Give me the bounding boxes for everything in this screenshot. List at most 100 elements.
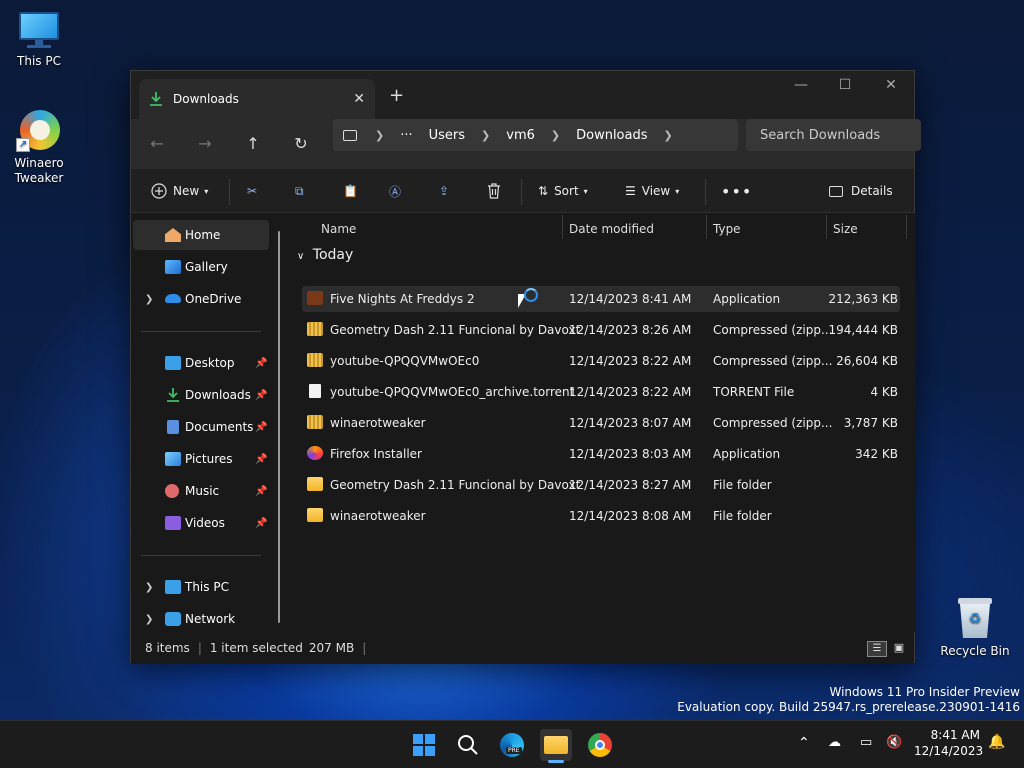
file-type: TORRENT File <box>713 385 795 399</box>
cut-button[interactable]: ✂ <box>247 179 257 203</box>
delete-button[interactable] <box>487 179 507 203</box>
selection-size: 207 MB <box>308 641 355 655</box>
up-button[interactable]: ↑ <box>241 134 265 153</box>
search-button[interactable] <box>452 729 484 761</box>
network-icon <box>165 612 181 626</box>
sort-label: Sort <box>554 184 579 198</box>
file-name: youtube-QPQQVMwOEc0 <box>330 354 480 368</box>
zip-folder-icon <box>307 415 323 429</box>
sort-button[interactable]: ⇅ Sort ▾ <box>538 179 588 203</box>
close-window-button[interactable]: ✕ <box>869 77 913 93</box>
pin-icon[interactable]: 📌 <box>255 358 267 369</box>
onedrive-tray-icon[interactable]: ☁ <box>828 735 841 750</box>
edge-beta-button[interactable]: PRE <box>496 729 528 761</box>
file-type: Application <box>713 447 781 461</box>
file-size: 342 KB <box>855 447 898 461</box>
sidebar-item-label: This PC <box>185 580 229 594</box>
new-button[interactable]: New ▾ <box>151 179 208 203</box>
sidebar-item-label: Documents <box>185 420 254 434</box>
column-header-name[interactable]: Name <box>321 217 356 241</box>
selection-count: 1 item selected <box>209 641 303 655</box>
view-button[interactable]: ☰ View ▾ <box>625 179 679 203</box>
more-options-icon[interactable]: ••• <box>721 179 752 203</box>
tiles-view-toggle[interactable]: ▣ <box>891 641 907 657</box>
table-row[interactable]: Five Nights At Freddys 2 12/14/2023 8:41 … <box>302 286 900 312</box>
new-tab-button[interactable]: + <box>389 85 404 106</box>
details-button[interactable]: Details <box>829 179 893 203</box>
chevron-down-icon: ▾ <box>583 186 588 196</box>
search-input[interactable]: Search Downloads <box>746 119 921 151</box>
breadcrumb-users[interactable]: Users <box>429 128 465 143</box>
show-hidden-icons-button[interactable]: ⌃ <box>798 735 810 751</box>
table-row[interactable]: winaerotweaker 12/14/2023 8:07 AM Compress… <box>302 410 900 436</box>
breadcrumb-downloads[interactable]: Downloads <box>576 128 647 143</box>
file-date: 12/14/2023 8:03 AM <box>569 447 692 461</box>
pin-icon[interactable]: 📌 <box>255 454 267 465</box>
desktop-icon-winaero-tweaker[interactable]: ↗ Winaero Tweaker <box>4 108 74 186</box>
edge-icon: PRE <box>500 733 524 757</box>
breadcrumb-more[interactable]: ··· <box>400 128 412 143</box>
breadcrumb[interactable]: ❯ ··· Users ❯ vm6 ❯ Downloads ❯ <box>333 119 738 151</box>
start-button[interactable] <box>408 729 440 761</box>
copy-button[interactable]: ⧉ <box>295 179 304 203</box>
file-explorer-button[interactable] <box>540 729 572 763</box>
column-header-date[interactable]: Date modified <box>569 217 654 241</box>
desktop-icon-recycle-bin[interactable]: ♻ Recycle Bin <box>940 598 1010 659</box>
pin-icon[interactable]: 📌 <box>255 390 267 401</box>
notification-bell-icon[interactable]: 🔔 <box>988 734 1005 750</box>
refresh-button[interactable]: ↻ <box>289 134 313 153</box>
column-header-type[interactable]: Type <box>713 217 741 241</box>
table-row[interactable]: Firefox Installer 12/14/2023 8:03 AM Appli… <box>302 441 900 467</box>
breadcrumb-vm6[interactable]: vm6 <box>506 128 535 143</box>
pin-icon[interactable]: 📌 <box>255 486 267 497</box>
close-tab-icon[interactable]: ✕ <box>353 91 365 107</box>
maximize-button[interactable]: ☐ <box>823 77 867 93</box>
tab-downloads[interactable]: Downloads ✕ <box>139 79 375 119</box>
forward-button[interactable]: → <box>193 134 217 153</box>
edge-pre-badge: PRE <box>506 747 522 754</box>
sidebar-item-downloads[interactable]: Downloads 📌 <box>133 380 269 410</box>
minimize-button[interactable]: — <box>779 77 823 93</box>
sidebar-item-documents[interactable]: Documents 📌 <box>133 412 269 442</box>
sidebar-item-home[interactable]: Home <box>133 220 269 250</box>
table-row[interactable]: youtube-QPQQVMwOEc0 12/14/2023 8:22 AM Com… <box>302 348 900 374</box>
pin-icon[interactable]: 📌 <box>255 518 267 529</box>
sidebar-item-network[interactable]: ❯ Network <box>133 604 269 634</box>
sidebar-item-onedrive[interactable]: ❯ OneDrive <box>133 284 269 314</box>
back-button[interactable]: ← <box>145 134 169 153</box>
sidebar-item-pictures[interactable]: Pictures 📌 <box>133 444 269 474</box>
chrome-button[interactable] <box>584 729 616 761</box>
network-tray-icon[interactable]: ▭ <box>860 735 872 750</box>
chevron-right-icon: ❯ <box>145 613 154 625</box>
windows-logo-icon <box>413 734 435 756</box>
share-button[interactable]: ⇪ <box>439 179 449 203</box>
sidebar-scrollbar[interactable] <box>278 231 280 623</box>
clock[interactable]: 8:41 AM 12/14/2023 <box>914 727 983 759</box>
rename-button[interactable]: Ⓐ <box>389 179 401 203</box>
sidebar-item-this-pc[interactable]: ❯ This PC <box>133 572 269 602</box>
sidebar-item-gallery[interactable]: Gallery <box>133 252 269 282</box>
file-size: 4 KB <box>870 385 898 399</box>
table-row[interactable]: Geometry Dash 2.11 Funcional by Davoxt 12… <box>302 317 900 343</box>
pin-icon[interactable]: 📌 <box>255 422 267 433</box>
sidebar-item-desktop[interactable]: Desktop 📌 <box>133 348 269 378</box>
chevron-right-icon: ❯ <box>663 128 673 142</box>
group-header-today[interactable]: ∨ Today <box>297 247 353 263</box>
status-bar: 8 items | 1 item selected 207 MB | ☰ ▣ <box>131 632 914 664</box>
file-date: 12/14/2023 8:08 AM <box>569 509 692 523</box>
paste-button[interactable]: 📋 <box>343 179 358 203</box>
details-view-toggle[interactable]: ☰ <box>867 641 887 657</box>
navigation-bar: ← → ↑ ↻ ❯ ··· Users ❯ vm6 ❯ Downloads ❯ … <box>131 119 921 169</box>
chevron-down-icon: ▾ <box>675 186 680 196</box>
download-arrow-icon <box>150 92 162 106</box>
table-row[interactable]: youtube-QPQQVMwOEc0_archive.torrent 12/14… <box>302 379 900 405</box>
table-row[interactable]: Geometry Dash 2.11 Funcional by Davoxt 12… <box>302 472 900 498</box>
volume-muted-icon[interactable]: 🔇 <box>886 735 902 750</box>
sidebar-item-music[interactable]: Music 📌 <box>133 476 269 506</box>
sidebar-item-videos[interactable]: Videos 📌 <box>133 508 269 538</box>
table-row[interactable]: winaerotweaker 12/14/2023 8:08 AM File fol… <box>302 503 900 529</box>
desktop-icon-this-pc[interactable]: This PC <box>4 10 74 69</box>
evaluation-watermark: Windows 11 Pro Insider Preview Evaluatio… <box>677 685 1020 715</box>
column-header-size[interactable]: Size <box>833 217 858 241</box>
sidebar-item-label: OneDrive <box>185 292 242 306</box>
